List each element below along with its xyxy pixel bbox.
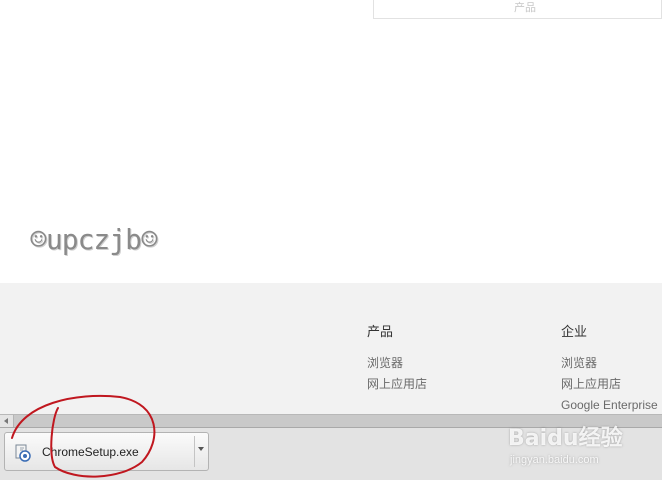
baidu-logo: Baidu经验 [508, 426, 623, 451]
footer-enterprise-link-webstore[interactable]: 网上应用店 [561, 374, 658, 395]
footer-products-link-webstore[interactable]: 网上应用店 [367, 374, 427, 395]
chevron-down-icon[interactable] [195, 433, 209, 470]
footer-column-enterprise: 企业 浏览器 网上应用店 Google Enterprise [561, 321, 658, 416]
watermark-text: ☺upczjb☺ [30, 223, 158, 256]
download-item[interactable]: ChromeSetup.exe [4, 432, 209, 471]
top-card-text: 产品 [514, 2, 536, 14]
baidu-watermark: Baidu经验 jingyan.baidu.com [508, 420, 623, 466]
footer-column-products: 产品 浏览器 网上应用店 [367, 321, 427, 395]
footer-enterprise-title: 企业 [561, 324, 588, 339]
footer-enterprise-link-browser[interactable]: 浏览器 [561, 353, 658, 374]
footer-products-title: 产品 [367, 324, 394, 339]
download-file-name: ChromeSetup.exe [42, 445, 139, 459]
installer-file-icon [15, 444, 31, 462]
footer-enterprise-link-google-enterprise[interactable]: Google Enterprise [561, 395, 658, 416]
baidu-url: jingyan.baidu.com [510, 454, 599, 466]
footer-products-link-browser[interactable]: 浏览器 [367, 353, 427, 374]
page-footer: 产品 浏览器 网上应用店 企业 浏览器 网上应用店 Google Enterpr… [0, 283, 662, 414]
top-card: 产品 [373, 0, 662, 19]
scroll-left-arrow-icon[interactable] [0, 415, 14, 427]
